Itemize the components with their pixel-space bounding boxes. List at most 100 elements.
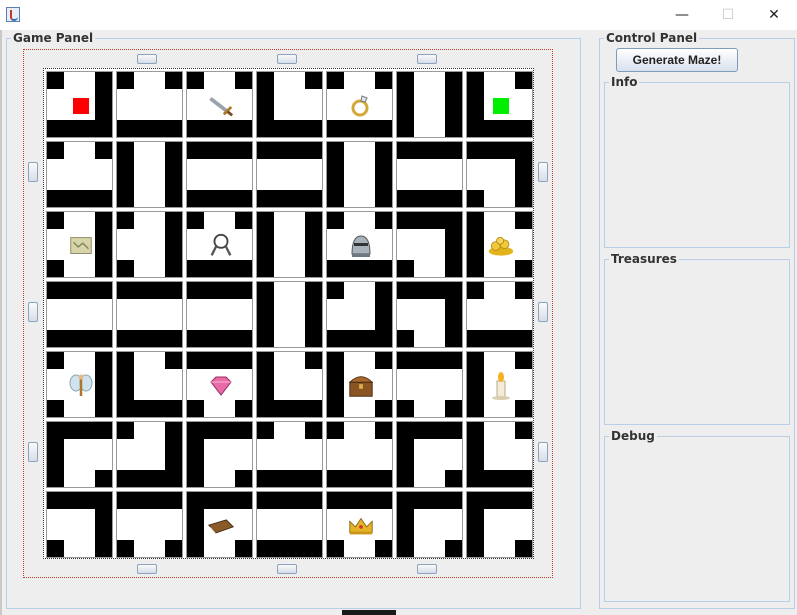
wall xyxy=(47,212,64,229)
wall xyxy=(305,282,322,347)
wall xyxy=(467,330,532,347)
maze-tile-r0-c0 xyxy=(46,71,113,138)
maze-tile-r2-c3 xyxy=(256,211,323,278)
book-icon xyxy=(207,512,235,540)
wall xyxy=(47,72,64,89)
shift-left-row-4-button[interactable] xyxy=(538,302,548,322)
wall xyxy=(515,352,532,369)
wall xyxy=(445,540,462,557)
maze-tile-r3-c0 xyxy=(46,281,113,348)
maze-tile-r6-c5 xyxy=(396,491,463,558)
maze-tile-r6-c4 xyxy=(326,491,393,558)
wall xyxy=(47,142,64,159)
maze-tile-r1-c2 xyxy=(186,141,253,208)
wall xyxy=(257,190,322,207)
wall xyxy=(95,492,112,557)
java-app-icon xyxy=(6,7,20,22)
wall xyxy=(327,142,344,207)
shift-left-row-6-button[interactable] xyxy=(538,442,548,462)
shift-down-col-2-button[interactable] xyxy=(137,54,157,64)
candle-icon xyxy=(487,372,515,400)
game-panel-title: Game Panel xyxy=(11,30,96,46)
wall xyxy=(445,282,462,347)
wall xyxy=(165,540,182,557)
wall xyxy=(257,422,274,439)
wall xyxy=(187,260,252,277)
shift-right-row-4-button[interactable] xyxy=(28,302,38,322)
wall xyxy=(117,422,134,439)
wall xyxy=(117,212,134,229)
wall xyxy=(515,400,532,417)
wall xyxy=(375,212,392,229)
wall xyxy=(467,190,484,207)
maze-board xyxy=(43,68,534,559)
taskbar-fragment xyxy=(342,610,396,615)
generate-maze-button[interactable]: Generate Maze! xyxy=(616,48,738,72)
wall xyxy=(235,540,252,557)
wall xyxy=(467,422,484,487)
shift-right-row-2-button[interactable] xyxy=(28,162,38,182)
wall xyxy=(375,400,392,417)
wall xyxy=(327,540,344,557)
shift-up-col-2-button[interactable] xyxy=(137,564,157,574)
wall xyxy=(305,352,322,369)
wall xyxy=(95,352,112,417)
maximize-button: ☐ xyxy=(705,0,751,30)
maze-tile-r2-c2 xyxy=(186,211,253,278)
maze-tile-r6-c2 xyxy=(186,491,253,558)
wall xyxy=(187,352,252,369)
maze-tile-r3-c6 xyxy=(466,281,533,348)
wall xyxy=(467,352,484,417)
wall xyxy=(117,120,182,137)
wall xyxy=(47,422,64,487)
wall xyxy=(187,190,252,207)
shift-up-col-4-button[interactable] xyxy=(277,564,297,574)
wall xyxy=(235,400,252,417)
wall xyxy=(95,142,112,159)
maze-tile-r6-c0 xyxy=(46,491,113,558)
wall xyxy=(515,72,532,89)
wall xyxy=(397,492,414,557)
wall xyxy=(95,470,112,487)
maze-tile-r1-c5 xyxy=(396,141,463,208)
wall xyxy=(117,492,182,509)
shift-up-col-6-button[interactable] xyxy=(417,564,437,574)
info-title: Info xyxy=(609,74,640,90)
shift-down-col-4-button[interactable] xyxy=(277,54,297,64)
maze-tile-r6-c3 xyxy=(256,491,323,558)
wall xyxy=(47,400,64,417)
wall xyxy=(467,72,484,137)
wall xyxy=(117,142,134,207)
close-button[interactable]: ✕ xyxy=(751,0,797,30)
ring-icon xyxy=(347,92,375,120)
maze-tile-r5-c0 xyxy=(46,421,113,488)
info-panel: Info xyxy=(604,74,790,248)
wall xyxy=(257,282,274,347)
wall xyxy=(515,212,532,229)
wall xyxy=(397,190,462,207)
shift-right-row-6-button[interactable] xyxy=(28,442,38,462)
shift-down-col-6-button[interactable] xyxy=(417,54,437,64)
maze-tile-r3-c1 xyxy=(116,281,183,348)
wall xyxy=(257,352,274,417)
wall xyxy=(187,120,252,137)
wall xyxy=(235,72,252,89)
fairy-icon xyxy=(67,372,95,400)
crown-icon xyxy=(347,512,375,540)
maze-tile-r5-c1 xyxy=(116,421,183,488)
wall xyxy=(187,282,252,299)
control-panel-title: Control Panel xyxy=(604,30,700,46)
wall xyxy=(375,72,392,89)
maze-tile-r6-c1 xyxy=(116,491,183,558)
wall xyxy=(165,212,182,277)
wall xyxy=(515,422,532,439)
wall xyxy=(165,422,182,487)
sword-icon xyxy=(207,92,235,120)
maze-tile-r1-c6 xyxy=(466,141,533,208)
wall xyxy=(47,260,64,277)
minimize-button[interactable]: — xyxy=(659,0,705,30)
shift-left-row-2-button[interactable] xyxy=(538,162,548,182)
wall xyxy=(445,470,462,487)
gold-coins-icon xyxy=(487,232,515,260)
goal-square xyxy=(487,92,515,120)
